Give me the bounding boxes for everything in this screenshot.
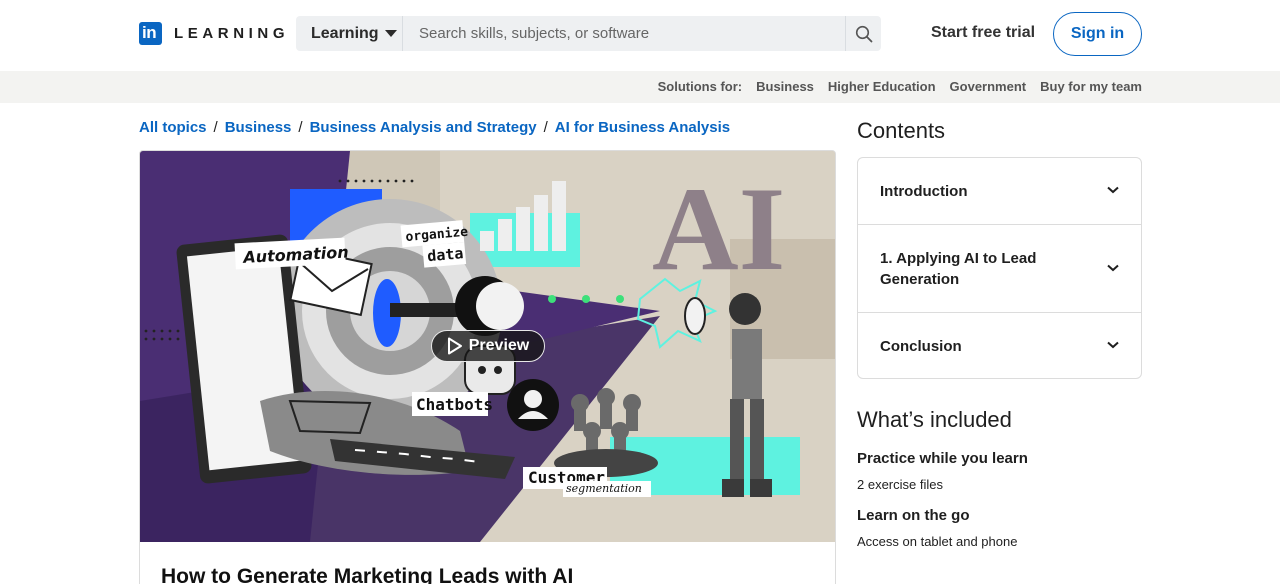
- chevron-down-icon: [1107, 264, 1119, 271]
- contents-item-conclusion[interactable]: Conclusion: [858, 313, 1141, 378]
- breadcrumb-ai-business-analysis[interactable]: AI for Business Analysis: [555, 119, 730, 136]
- contents-item-label: Introduction: [880, 182, 968, 200]
- hero-segmentation-word: segmentation: [566, 482, 642, 495]
- included-practice-detail: 2 exercise files: [857, 477, 943, 492]
- chevron-down-icon: [1107, 341, 1119, 349]
- included-practice-title: Practice while you learn: [857, 450, 1028, 467]
- preview-label: Preview: [468, 337, 530, 354]
- logo-text: LEARNING: [174, 25, 290, 42]
- solutions-bar: Solutions for: Business Higher Education…: [0, 71, 1280, 103]
- course-title: How to Generate Marketing Leads with AI: [161, 565, 574, 584]
- play-icon: [447, 337, 462, 355]
- search-button[interactable]: [845, 16, 881, 51]
- included-go-detail: Access on tablet and phone: [857, 534, 1018, 549]
- contents-heading: Contents: [857, 118, 946, 143]
- included-go-title: Learn on the go: [857, 507, 970, 524]
- linkedin-icon: in: [139, 22, 162, 45]
- breadcrumb-separator: /: [543, 119, 548, 136]
- contents-item-introduction[interactable]: Introduction: [858, 158, 1141, 225]
- top-header: in LEARNING Learning Start free trial Si…: [0, 0, 1280, 71]
- hero-ai-letters: AI: [652, 162, 785, 295]
- search-bar: Learning: [296, 16, 881, 51]
- breadcrumb-business[interactable]: Business: [225, 119, 292, 136]
- caret-down-icon: [384, 30, 397, 37]
- breadcrumb-separator: /: [213, 119, 218, 136]
- contents-accordion: Introduction 1. Applying AI to Lead Gene…: [857, 157, 1142, 379]
- contents-item-label: 1. Applying AI to Lead Generation: [880, 249, 1037, 288]
- start-free-trial-link[interactable]: Start free trial: [931, 24, 1035, 42]
- course-card: AI Automation organize data Chatbots Cus…: [139, 150, 836, 584]
- solutions-buy-for-team-link[interactable]: Buy for my team: [1040, 79, 1142, 94]
- search-input[interactable]: [403, 16, 845, 51]
- hero-data-word: data: [427, 244, 465, 265]
- breadcrumb: All topics / Business / Business Analysi…: [139, 119, 730, 136]
- linkedin-learning-logo[interactable]: in LEARNING: [139, 22, 289, 45]
- breadcrumb-business-analysis[interactable]: Business Analysis and Strategy: [310, 119, 537, 136]
- hero-chatbots-word: Chatbots: [416, 395, 493, 414]
- search-category-select[interactable]: Learning: [296, 16, 403, 51]
- solutions-higher-education-link[interactable]: Higher Education: [828, 79, 936, 94]
- breadcrumb-separator: /: [298, 119, 303, 136]
- solutions-business-link[interactable]: Business: [756, 79, 814, 94]
- contents-item-applying-ai[interactable]: 1. Applying AI to Lead Generation: [858, 225, 1141, 313]
- contents-item-label: Conclusion: [880, 337, 962, 355]
- solutions-label: Solutions for:: [657, 79, 743, 94]
- breadcrumb-all-topics[interactable]: All topics: [139, 119, 207, 136]
- sign-in-button[interactable]: Sign in: [1053, 12, 1142, 56]
- chevron-down-icon: [1107, 186, 1119, 194]
- preview-button[interactable]: Preview: [431, 330, 545, 362]
- solutions-government-link[interactable]: Government: [950, 79, 1027, 94]
- search-category-label: Learning: [311, 24, 379, 42]
- whats-included-heading: What’s included: [857, 407, 1012, 432]
- search-icon: [855, 25, 872, 42]
